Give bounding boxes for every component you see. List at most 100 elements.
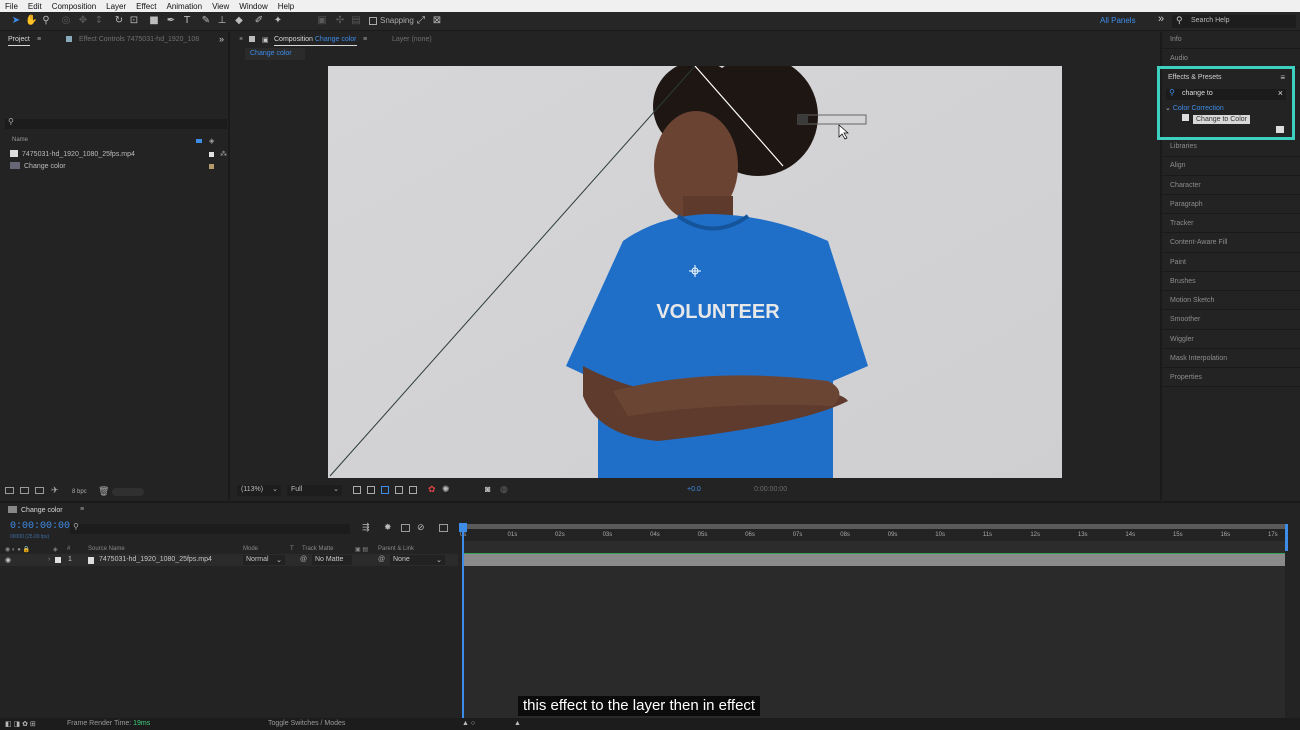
search-help-field[interactable]: ⚲ Search Help xyxy=(1172,15,1296,28)
thumbnail-size-slider[interactable] xyxy=(112,488,144,496)
tab-layer[interactable]: Layer (none) xyxy=(392,36,432,43)
panel-character[interactable]: Character xyxy=(1170,182,1201,189)
snapshot-icon[interactable]: ◙ xyxy=(485,484,490,494)
interpret-footage-icon[interactable] xyxy=(5,487,14,494)
menu-edit[interactable]: Edit xyxy=(23,2,47,11)
panel-smoother[interactable]: Smoother xyxy=(1170,316,1200,323)
resolution-dropdown[interactable]: Full ⌄ xyxy=(287,485,342,496)
bit-depth-button[interactable]: 8 bpc xyxy=(72,489,87,495)
mask-visibility-icon[interactable] xyxy=(381,486,389,494)
roto-brush-icon[interactable]: ✐ xyxy=(253,15,265,27)
label-color-swatch[interactable] xyxy=(209,164,214,169)
grid-guides-icon[interactable] xyxy=(395,486,403,494)
menu-view[interactable]: View xyxy=(207,2,234,11)
panel-info[interactable]: Info xyxy=(1170,36,1182,43)
magnification-dropdown[interactable]: (113%) ⌄ xyxy=(237,485,281,496)
exposure-value[interactable]: +0.0 xyxy=(687,486,701,493)
effect-item-change-to-color[interactable]: Change to Color xyxy=(1182,114,1250,124)
tab-composition[interactable]: Composition Change color xyxy=(274,36,357,46)
lock-icon[interactable] xyxy=(249,36,255,42)
menu-layer[interactable]: Layer xyxy=(101,2,131,11)
timeline-tab[interactable]: Change color xyxy=(8,506,63,514)
pen-tool-icon[interactable]: ✒ xyxy=(165,15,177,27)
panel-mask-interpolation[interactable]: Mask Interpolation xyxy=(1170,355,1227,362)
orbit-camera-icon[interactable]: ◎ xyxy=(60,15,72,27)
parent-header[interactable]: Parent & Link xyxy=(378,546,414,552)
snap-features-icon[interactable]: ⊠ xyxy=(431,15,443,27)
menu-file[interactable]: File xyxy=(0,2,23,11)
brush-tool-icon[interactable]: ✎ xyxy=(200,15,212,27)
panel-content-aware-fill[interactable]: Content-Aware Fill xyxy=(1170,239,1227,246)
panel-tracker[interactable]: Tracker xyxy=(1170,220,1193,227)
layer-source-name[interactable]: 7475031-hd_1920_1080_25fps.mp4 xyxy=(99,556,212,563)
timeline-search-input[interactable]: ⚲ xyxy=(70,522,350,534)
composition-mini-flowchart-icon[interactable]: ⇶ xyxy=(362,522,371,532)
workspace-overflow-icon[interactable]: » xyxy=(1158,13,1164,25)
playhead-handle[interactable] xyxy=(459,523,467,532)
menu-composition[interactable]: Composition xyxy=(47,2,101,11)
mode-header[interactable]: Mode xyxy=(243,546,258,552)
layer-label-swatch[interactable] xyxy=(55,557,61,563)
parent-pickwhip-icon[interactable]: @ xyxy=(378,556,385,563)
frame-blending-icon[interactable]: ⊘ xyxy=(417,522,426,532)
close-tab-icon[interactable]: × xyxy=(239,36,243,43)
clear-search-icon[interactable]: × xyxy=(1278,88,1283,98)
show-snapshot-icon[interactable]: ◍ xyxy=(500,484,508,495)
source-name-header[interactable]: Source Name xyxy=(88,546,125,552)
channel-icon[interactable] xyxy=(409,486,417,494)
project-panel-menu-icon[interactable]: ≡ xyxy=(37,36,41,43)
panel-paragraph[interactable]: Paragraph xyxy=(1170,201,1203,208)
parent-dropdown[interactable]: None ⌄ xyxy=(390,555,445,565)
rectangle-tool-icon[interactable]: ■ xyxy=(148,15,160,27)
panel-motion-sketch[interactable]: Motion Sketch xyxy=(1170,297,1214,304)
flowchart-icon[interactable]: ⁂ xyxy=(220,150,227,158)
work-area-end-handle[interactable] xyxy=(1285,524,1288,551)
blend-mode-dropdown[interactable]: Normal ⌄ xyxy=(243,555,285,565)
view-axis-icon[interactable]: ▤ xyxy=(350,15,362,27)
panel-properties[interactable]: Properties xyxy=(1170,374,1202,381)
draft-3d-icon[interactable]: ✸ xyxy=(384,522,393,532)
timeline-menu-icon[interactable]: ≡ xyxy=(80,506,84,513)
effects-search-input[interactable]: ⚲ change to × xyxy=(1166,88,1286,100)
project-item-composition[interactable]: Change color xyxy=(10,162,66,170)
expand-layer-icon[interactable]: › xyxy=(48,556,50,563)
composition-viewer[interactable]: VOLUNTEER xyxy=(328,66,1062,478)
timeline-layer-row[interactable]: ◉ › 1 7475031-hd_1920_1080_25fps.mp4 Nor… xyxy=(0,554,458,566)
eraser-tool-icon[interactable]: ◆ xyxy=(233,15,245,27)
hide-shy-layers-icon[interactable] xyxy=(401,524,410,532)
panel-wiggler[interactable]: Wiggler xyxy=(1170,336,1194,343)
tab-project[interactable]: Project xyxy=(8,36,30,46)
composition-breadcrumb[interactable]: Change color xyxy=(245,48,305,60)
panel-brushes[interactable]: Brushes xyxy=(1170,278,1196,285)
visibility-eye-icon[interactable]: ◉ xyxy=(5,556,11,564)
work-area-bar[interactable] xyxy=(462,524,1288,529)
column-name-header[interactable]: Name xyxy=(12,137,28,143)
label-color-swatch[interactable] xyxy=(209,152,214,157)
zoom-in-icon[interactable]: ▲ xyxy=(514,720,521,727)
panel-paint[interactable]: Paint xyxy=(1170,259,1186,266)
panel-audio[interactable]: Audio xyxy=(1170,55,1188,62)
new-folder-icon[interactable] xyxy=(20,487,29,494)
zoom-tool-icon[interactable]: ⚲ xyxy=(40,15,52,27)
toggle-switches-modes[interactable]: Toggle Switches / Modes xyxy=(268,720,345,727)
snap-edges-icon[interactable]: ⤢ xyxy=(415,15,427,27)
tab-effect-controls[interactable]: Effect Controls 7475031-hd_1920_108 xyxy=(79,36,199,43)
region-of-interest-icon[interactable] xyxy=(353,486,361,494)
playhead-line[interactable] xyxy=(462,524,464,720)
project-item-footage[interactable]: 7475031-hd_1920_1080_25fps.mp4 xyxy=(10,150,135,158)
current-time-readout[interactable]: 0:00:00:00 xyxy=(754,486,787,493)
selection-tool-icon[interactable]: ➤ xyxy=(10,15,22,27)
track-matte-dropdown[interactable]: No Matte xyxy=(312,555,352,565)
track-matte-header[interactable]: Track Matte xyxy=(302,546,333,552)
composition-panel-menu-icon[interactable]: ≡ xyxy=(363,36,367,43)
snapping-checkbox[interactable] xyxy=(369,17,377,25)
zoom-out-icon[interactable]: ▲ ○ xyxy=(462,720,475,727)
trash-icon[interactable]: 🗑 xyxy=(98,486,109,497)
new-composition-icon[interactable] xyxy=(35,487,44,494)
rotation-tool-icon[interactable]: ↻ xyxy=(113,15,125,27)
graph-editor-icon[interactable] xyxy=(439,524,448,532)
pan-behind-tool-icon[interactable]: ⊡ xyxy=(128,15,140,27)
layer-switches-icons[interactable]: ◧ ◨ ✿ ⊞ xyxy=(5,720,36,728)
label-column-icon[interactable]: ◈ xyxy=(209,137,214,145)
color-management-icon[interactable]: ✿ xyxy=(428,484,436,495)
